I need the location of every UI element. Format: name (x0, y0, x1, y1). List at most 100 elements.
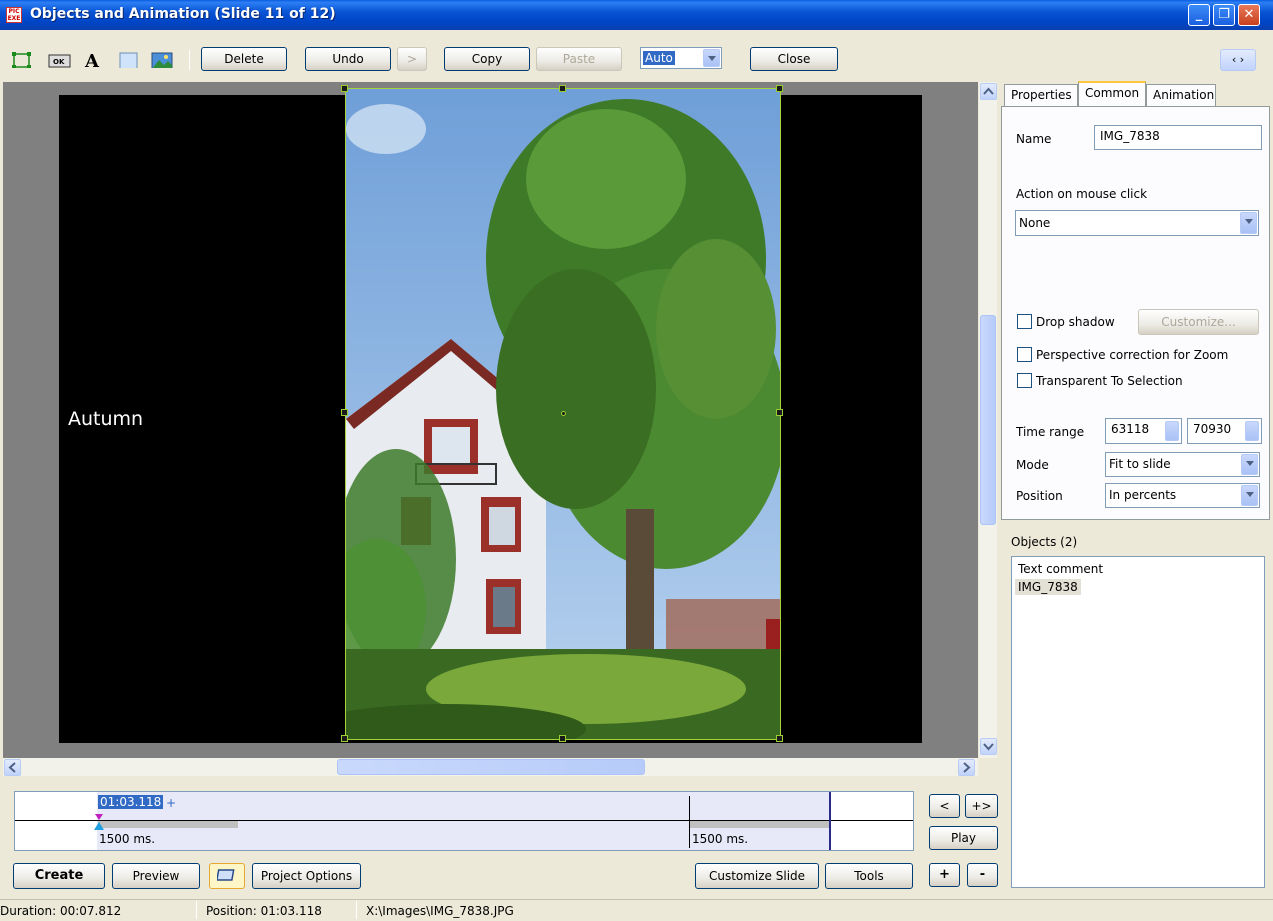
timeline-marker-line[interactable] (689, 796, 690, 848)
app-icon-text: PIC EXE (7, 8, 21, 22)
status-separator (356, 901, 357, 919)
playhead-icon[interactable] (93, 814, 105, 834)
toggle-view-button[interactable] (209, 863, 245, 889)
add-text-icon[interactable]: A (84, 52, 104, 68)
status-bar (0, 899, 1273, 921)
create-button[interactable]: Create (13, 863, 105, 889)
resize-handle-nw[interactable] (341, 85, 348, 92)
next-keyframe-button[interactable]: +> (965, 794, 998, 818)
objects-title: Objects (2) (1011, 535, 1078, 549)
mode-select[interactable]: Fit to slide (1105, 452, 1260, 477)
chevron-down-icon[interactable] (1241, 485, 1258, 506)
add-rectangle-icon[interactable] (12, 52, 32, 68)
svg-text:A: A (84, 52, 100, 68)
resize-handle-e[interactable] (776, 409, 783, 416)
restore-button[interactable]: ❐ (1213, 4, 1235, 26)
position-value: In percents (1109, 488, 1177, 502)
list-item-selected[interactable]: IMG_7838 (1015, 579, 1081, 595)
status-position: Position: 01:03.118 (206, 904, 322, 918)
prev-keyframe-button[interactable]: < (929, 794, 960, 818)
customize-slide-button[interactable]: Customize Slide (695, 863, 819, 889)
transparent-checkbox[interactable] (1017, 373, 1032, 388)
close-window-button[interactable]: ✕ (1238, 4, 1260, 26)
time-start-spinner[interactable] (1165, 421, 1179, 441)
redo-button[interactable]: > (397, 47, 427, 71)
timeline-plus-marker: + (166, 796, 177, 810)
scroll-left-button[interactable] (4, 759, 21, 776)
chevron-up-icon (983, 87, 994, 95)
tools-button[interactable]: Tools (825, 863, 913, 889)
window-title: Objects and Animation (Slide 11 of 12) (30, 6, 336, 22)
scroll-down-button[interactable] (980, 738, 997, 755)
action-select[interactable]: None (1015, 210, 1259, 236)
fade-in-duration: 1500 ms. (99, 832, 156, 846)
undo-button[interactable]: Undo (305, 47, 391, 71)
position-select[interactable]: In percents (1105, 483, 1260, 508)
zoom-select[interactable]: Auto (640, 47, 722, 69)
resize-handle-sw[interactable] (341, 735, 348, 742)
add-keyframe-button[interactable]: + (929, 863, 960, 887)
chevron-down-icon[interactable] (703, 49, 720, 67)
drop-shadow-checkbox[interactable] (1017, 314, 1032, 329)
chevron-down-icon[interactable] (1241, 454, 1258, 475)
app-icon: PIC EXE (6, 7, 22, 23)
mode-label: Mode (1016, 458, 1049, 472)
time-start-field[interactable]: 63118 (1105, 418, 1182, 444)
tab-properties[interactable]: Properties (1004, 84, 1078, 106)
delete-button[interactable]: Delete (201, 47, 287, 71)
resize-handle-w[interactable] (341, 409, 348, 416)
copy-button[interactable]: Copy (444, 47, 530, 71)
perspective-checkbox[interactable] (1017, 347, 1032, 362)
project-options-button[interactable]: Project Options (252, 863, 361, 889)
objects-list[interactable] (1011, 556, 1265, 888)
transparent-label: Transparent To Selection (1036, 374, 1183, 388)
perspective-label: Perspective correction for Zoom (1036, 348, 1229, 362)
play-button[interactable]: Play (929, 826, 998, 850)
title-bar: PIC EXE Objects and Animation (Slide 11 … (0, 0, 1273, 30)
status-duration: Duration: 00:07.812 (0, 904, 122, 918)
status-separator (196, 901, 197, 919)
remove-keyframe-button[interactable]: - (967, 863, 998, 887)
close-button[interactable]: Close (750, 47, 838, 71)
chevron-down-icon[interactable] (1240, 212, 1257, 234)
timeline-fade-out (690, 821, 830, 828)
time-range-label: Time range (1016, 425, 1085, 439)
drop-shadow-label: Drop shadow (1036, 315, 1115, 329)
name-field[interactable]: IMG_7838 (1094, 125, 1262, 150)
list-item[interactable]: Text comment (1018, 562, 1103, 576)
chevron-left-icon (8, 762, 16, 773)
timeline-end-line[interactable] (829, 792, 831, 850)
resize-handle-n[interactable] (559, 85, 566, 92)
horizontal-scroll-thumb[interactable] (337, 759, 645, 775)
toolbar (0, 30, 1273, 81)
add-frame-icon[interactable] (119, 52, 139, 68)
mode-value: Fit to slide (1109, 457, 1171, 471)
scroll-up-button[interactable] (980, 83, 997, 100)
name-label: Name (1016, 132, 1052, 146)
customize-shadow-button[interactable]: Customize... (1138, 309, 1259, 335)
tab-common[interactable]: Common (1078, 81, 1146, 108)
rotation-center-handle[interactable] (561, 411, 566, 416)
slide-nav-arrows[interactable]: ‹ › (1220, 49, 1256, 71)
resize-handle-ne[interactable] (776, 85, 783, 92)
scroll-right-button[interactable] (958, 759, 975, 776)
resize-handle-se[interactable] (776, 735, 783, 742)
add-button-icon[interactable]: OK (48, 52, 72, 68)
timeline-fade-in (98, 821, 238, 828)
resize-handle-s[interactable] (559, 735, 566, 742)
slide-text-autumn[interactable]: Autumn (68, 408, 143, 430)
add-image-icon[interactable] (151, 52, 173, 68)
time-end-field[interactable]: 70930 (1187, 418, 1262, 444)
paste-button[interactable]: Paste (536, 47, 622, 71)
vertical-scroll-thumb[interactable] (980, 315, 996, 525)
toolbar-separator (189, 50, 190, 70)
tab-animation[interactable]: Animation (1146, 84, 1216, 106)
minimize-button[interactable]: _ (1188, 4, 1210, 26)
zoom-value: Auto (643, 51, 675, 65)
status-file-path: X:\Images\IMG_7838.JPG (366, 904, 514, 918)
preview-button[interactable]: Preview (112, 863, 200, 889)
svg-text:OK: OK (53, 58, 65, 66)
action-label: Action on mouse click (1016, 187, 1148, 201)
chevron-down-icon (983, 743, 994, 751)
time-end-spinner[interactable] (1245, 421, 1259, 441)
